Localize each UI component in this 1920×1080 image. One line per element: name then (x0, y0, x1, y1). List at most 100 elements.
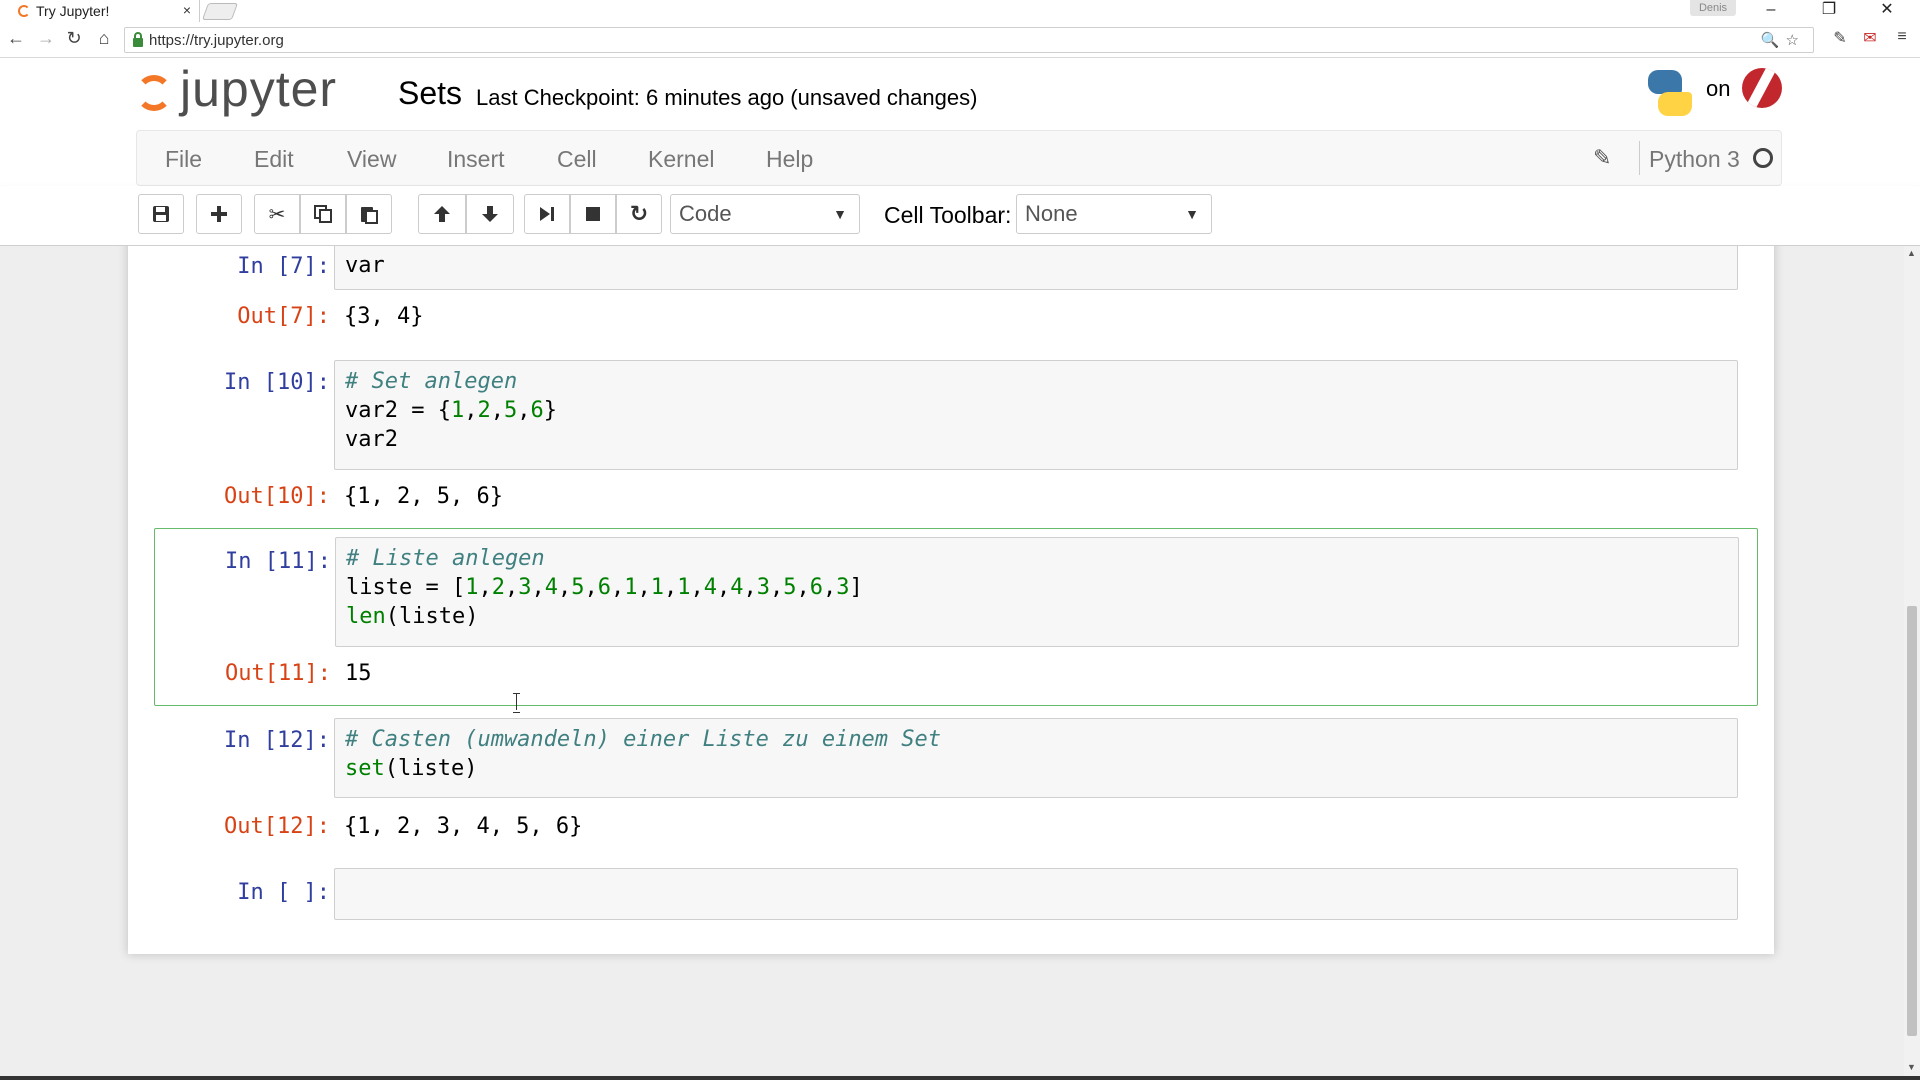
browser-menu-icon[interactable]: ≡ (1890, 28, 1914, 46)
back-arrow-icon[interactable]: ← (4, 28, 28, 49)
menubar: File Edit View Insert Cell Kernel Help ✎… (136, 130, 1782, 186)
on-text: on (1706, 76, 1731, 101)
cell-toolbar-value: None (1025, 201, 1078, 226)
logo-text: jupyter (180, 61, 338, 117)
code-text: , (637, 575, 651, 600)
cell-toolbar-select[interactable]: None ▼ (1016, 194, 1212, 234)
menubar-container: File Edit View Insert Cell Kernel Help ✎… (0, 130, 1920, 186)
cell-toolbar-label: Cell Toolbar: (884, 202, 1012, 228)
code-number: 4 (703, 575, 717, 600)
close-window-button[interactable]: ✕ (1864, 0, 1910, 22)
code-comment: # Casten (umwandeln) einer Liste zu eine… (345, 727, 942, 752)
code-text: , (557, 575, 572, 600)
minimize-button[interactable]: – (1748, 0, 1794, 22)
tab-close-icon[interactable]: × (183, 2, 191, 18)
code-cell-selected[interactable]: In [11]: # Liste anlegen liste = [1,2,3,… (154, 528, 1758, 706)
url-input[interactable]: https://try.jupyter.org 🔍☆ (124, 27, 1814, 53)
restart-kernel-button[interactable]: ↻ (616, 194, 662, 234)
insert-cell-button[interactable] (196, 194, 242, 234)
gmail-extension-icon[interactable]: ✉ (1858, 28, 1882, 48)
code-number: 1 (650, 575, 664, 600)
code-input[interactable]: # Set anlegen var2 = {1,2,5,6} var2 (334, 360, 1738, 470)
jupyter-logo-icon (136, 73, 172, 113)
save-icon (153, 206, 169, 222)
code-number: 5 (783, 575, 797, 600)
step-forward-icon (540, 207, 554, 221)
scissors-icon: ✂ (268, 203, 286, 226)
code-cell-empty[interactable]: In [ ]: (156, 868, 1756, 922)
menu-cell[interactable]: Cell (557, 146, 597, 173)
output-text: {1, 2, 5, 6} (344, 484, 503, 509)
code-input[interactable]: # Liste anlegen liste = [1,2,3,4,5,6,1,1… (335, 537, 1739, 647)
code-number: 1 (624, 575, 638, 600)
scroll-down-icon[interactable]: ▼ (1907, 1062, 1916, 1072)
maximize-button[interactable]: ❐ (1806, 0, 1852, 22)
profile-badge[interactable]: Denis (1690, 0, 1736, 16)
code-cell[interactable]: In [10]: # Set anlegen var2 = {1,2,5,6} … (156, 360, 1756, 510)
move-up-button[interactable] (418, 194, 466, 234)
code-input[interactable]: var (334, 246, 1738, 290)
edit-mode-pencil-icon: ✎ (1593, 145, 1612, 170)
code-text: , (478, 575, 492, 600)
save-button[interactable] (138, 194, 184, 234)
output-prompt: Out[12]: (224, 814, 330, 839)
scrollbar-thumb[interactable] (1907, 606, 1917, 1036)
menu-kernel[interactable]: Kernel (648, 146, 714, 173)
menu-insert[interactable]: Insert (447, 146, 505, 173)
chevron-down-icon: ▼ (833, 206, 847, 222)
code-number: 5 (503, 398, 518, 423)
text-cursor-icon (512, 692, 522, 713)
code-input[interactable] (334, 868, 1738, 920)
menu-view[interactable]: View (347, 146, 396, 173)
jupyter-logo[interactable]: jupyter (136, 61, 337, 122)
code-cell[interactable]: In [7]: var Out[7]: {3, 4} (156, 246, 1756, 334)
paste-icon (361, 207, 378, 224)
code-number: 3 (756, 575, 770, 600)
stop-icon (586, 207, 600, 221)
menu-file[interactable]: File (165, 146, 202, 173)
forward-arrow-icon[interactable]: → (34, 28, 58, 49)
copy-icon (314, 205, 332, 223)
paste-cell-button[interactable] (346, 194, 392, 234)
address-bar: ← → ↻ ⌂ https://try.jupyter.org 🔍☆ ✎ ✉ ≡ (0, 22, 1920, 58)
jupyter-header: jupyter Sets Last Checkpoint: 6 minutes … (0, 58, 1920, 130)
code-number: 5 (571, 575, 585, 600)
reload-icon[interactable]: ↻ (62, 28, 86, 49)
python-logo-icon (1644, 68, 1694, 118)
home-icon[interactable]: ⌂ (92, 28, 116, 49)
copy-cell-button[interactable] (300, 194, 346, 234)
browser-tab[interactable]: Try Jupyter! × (6, 0, 200, 22)
code-input[interactable]: # Casten (umwandeln) einer Liste zu eine… (334, 718, 1738, 798)
run-cell-button[interactable] (524, 194, 570, 234)
page-scrollbar[interactable]: ▲ ▼ (1904, 246, 1920, 1076)
arrow-down-icon (482, 206, 498, 222)
output-prompt: Out[11]: (225, 661, 331, 686)
code-text: var (345, 253, 385, 278)
cut-cell-button[interactable]: ✂ (254, 194, 300, 234)
code-number: 6 (597, 575, 611, 600)
chevron-down-icon: ▼ (1185, 206, 1199, 222)
new-tab-button[interactable] (201, 3, 239, 20)
notebook-name[interactable]: Sets (398, 75, 462, 112)
code-cell[interactable]: In [12]: # Casten (umwandeln) einer List… (156, 718, 1756, 839)
code-text: (liste) (384, 756, 478, 781)
code-text: (liste) (385, 604, 479, 629)
window-bottom-edge (0, 1076, 1920, 1080)
loading-spinner-icon (18, 5, 30, 17)
menu-help[interactable]: Help (766, 146, 813, 173)
zoom-bookmark-icons[interactable]: 🔍☆ (1761, 31, 1805, 49)
menu-edit[interactable]: Edit (254, 146, 294, 173)
kernel-name[interactable]: Python 3 (1649, 146, 1740, 173)
cell-type-select[interactable]: Code ▼ (670, 194, 860, 234)
refresh-icon: ↻ (629, 201, 649, 226)
notebook-toolbar: ✂ ↻ Code ▼ Cell Toolbar: None ▼ (0, 186, 1920, 246)
code-number: 4 (730, 575, 744, 600)
code-number: 6 (809, 575, 823, 600)
rackspace-logo-icon (1742, 68, 1782, 108)
code-text: , (517, 398, 531, 423)
extension-icon[interactable]: ✎ (1828, 28, 1852, 48)
interrupt-kernel-button[interactable] (570, 194, 616, 234)
kernel-idle-indicator-icon (1753, 148, 1773, 168)
scroll-up-icon[interactable]: ▲ (1907, 248, 1916, 258)
move-down-button[interactable] (466, 194, 514, 234)
